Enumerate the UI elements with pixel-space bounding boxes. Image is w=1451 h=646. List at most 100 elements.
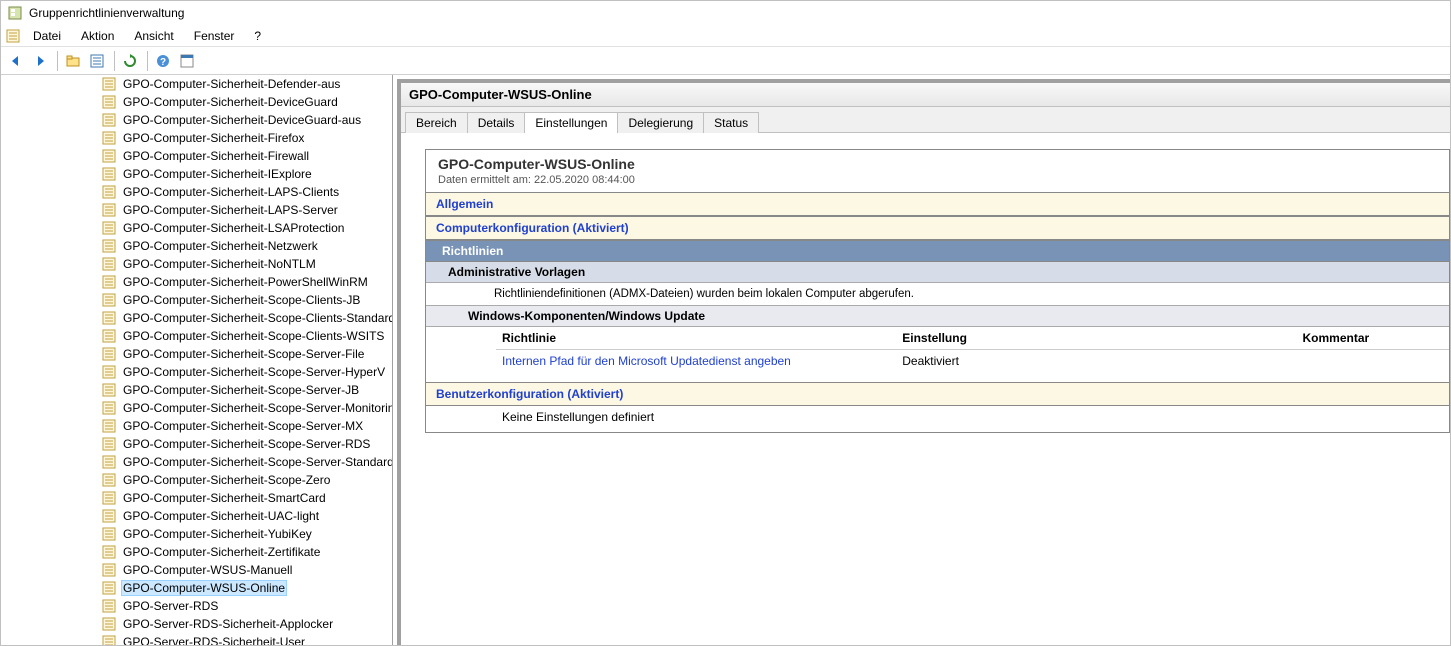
policy-table: Richtlinie Einstellung Kommentar Interne… [496,327,1449,372]
tree-item-label: GPO-Server-RDS-Sicherheit-Applocker [121,617,335,631]
gpo-icon [101,580,117,596]
tree-item[interactable]: GPO-Computer-Sicherheit-LAPS-Server [1,201,392,219]
tree-item[interactable]: GPO-Computer-Sicherheit-NoNTLM [1,255,392,273]
menu-window[interactable]: Fenster [186,27,243,45]
tree-item[interactable]: GPO-Computer-Sicherheit-Netzwerk [1,237,392,255]
tab-einstellungen[interactable]: Einstellungen [524,112,618,133]
gpo-icon [101,274,117,290]
tree-item[interactable]: GPO-Computer-Sicherheit-Scope-Server-Sta… [1,453,392,471]
tree-item-label: GPO-Computer-Sicherheit-Defender-aus [121,77,342,91]
tree-item[interactable]: GPO-Computer-Sicherheit-UAC-light [1,507,392,525]
report-date: Daten ermittelt am: 22.05.2020 08:44:00 [426,174,1449,192]
detail-header: GPO-Computer-WSUS-Online [401,83,1450,107]
tree-item[interactable]: GPO-Computer-Sicherheit-Scope-Clients-St… [1,309,392,327]
tree-item[interactable]: GPO-Computer-WSUS-Manuell [1,561,392,579]
tree-item[interactable]: GPO-Computer-Sicherheit-Scope-Server-Fil… [1,345,392,363]
tree-item[interactable]: GPO-Computer-Sicherheit-Scope-Clients-WS… [1,327,392,345]
tree-item-label: GPO-Server-RDS-Sicherheit-User [121,635,307,645]
tab-strip: Bereich Details Einstellungen Delegierun… [401,107,1450,133]
band-admin-vorlagen[interactable]: Administrative Vorlagen [426,262,1449,283]
report: GPO-Computer-WSUS-Online Daten ermittelt… [425,149,1450,433]
gpo-icon [101,634,117,645]
gpo-icon [101,346,117,362]
tree-item[interactable]: GPO-Computer-Sicherheit-DeviceGuard-aus [1,111,392,129]
band-user-config-link[interactable]: Benutzerkonfiguration (Aktiviert) [436,387,623,401]
gpo-icon [101,418,117,434]
tree-item[interactable]: GPO-Computer-Sicherheit-Defender-aus [1,75,392,93]
tree-item-label: GPO-Computer-Sicherheit-Scope-Server-Fil… [121,347,366,361]
tree-item-label: GPO-Computer-Sicherheit-DeviceGuard-aus [121,113,363,127]
tree-item[interactable]: GPO-Computer-Sicherheit-PowerShellWinRM [1,273,392,291]
tree-item-label: GPO-Computer-Sicherheit-YubiKey [121,527,314,541]
gpo-icon [101,112,117,128]
policy-link[interactable]: Internen Pfad für den Microsoft Updatedi… [502,354,791,368]
band-richtlinien[interactable]: Richtlinien [426,240,1449,262]
tree-pane: GPO-Computer-Sicherheit-Defender-aus GPO-… [1,75,393,645]
back-button[interactable] [5,50,27,72]
band-allgemein-link[interactable]: Allgemein [436,197,493,211]
tree-item[interactable]: GPO-Server-RDS-Sicherheit-User [1,633,392,645]
tree-item[interactable]: GPO-Computer-Sicherheit-Scope-Zero [1,471,392,489]
help-button[interactable]: ? [152,50,174,72]
tree-scroll[interactable]: GPO-Computer-Sicherheit-Defender-aus GPO-… [1,75,392,645]
gpo-icon [101,400,117,416]
tab-details[interactable]: Details [467,112,526,133]
band-win-update[interactable]: Windows-Komponenten/Windows Update [426,305,1449,327]
tree-item-label: GPO-Computer-Sicherheit-DeviceGuard [121,95,340,109]
tree-item-label: GPO-Computer-WSUS-Online [121,580,287,596]
refresh-button[interactable] [119,50,141,72]
gpo-icon [101,166,117,182]
tree-item[interactable]: GPO-Computer-Sicherheit-SmartCard [1,489,392,507]
tree-item[interactable]: GPO-Computer-Sicherheit-Scope-Server-RDS [1,435,392,453]
gpo-icon [101,490,117,506]
tab-delegierung[interactable]: Delegierung [617,112,704,133]
tree-item[interactable]: GPO-Server-RDS [1,597,392,615]
gpo-icon [101,310,117,326]
tree-item[interactable]: GPO-Computer-Sicherheit-Scope-Clients-JB [1,291,392,309]
tab-status[interactable]: Status [703,112,759,133]
titlebar: Gruppenrichtlinienverwaltung [1,1,1450,25]
tree-item-label: GPO-Computer-Sicherheit-Scope-Zero [121,473,332,487]
tree-item[interactable]: GPO-Server-RDS-Sicherheit-Applocker [1,615,392,633]
policy-setting: Deaktiviert [896,350,1296,373]
band-allgemein[interactable]: Allgemein [426,192,1449,216]
list-button[interactable] [86,50,108,72]
tree-item[interactable]: GPO-Computer-WSUS-Online [1,579,392,597]
tree-item[interactable]: GPO-Computer-Sicherheit-Firewall [1,147,392,165]
band-comp-config-link[interactable]: Computerkonfiguration (Aktiviert) [436,221,629,235]
app-icon [7,5,23,21]
tree-item[interactable]: GPO-Computer-Sicherheit-Zertifikate [1,543,392,561]
detail-pane: GPO-Computer-WSUS-Online Bereich Details… [397,79,1450,645]
properties-button[interactable] [176,50,198,72]
tree-item-label: GPO-Computer-Sicherheit-Scope-Server-JB [121,383,361,397]
gpo-icon [101,220,117,236]
tree-item[interactable]: GPO-Computer-Sicherheit-Scope-Server-Hyp… [1,363,392,381]
no-settings-table: Keine Einstellungen definiert [496,406,1449,428]
menu-view[interactable]: Ansicht [126,27,181,45]
tree-item[interactable]: GPO-Computer-Sicherheit-Scope-Server-JB [1,381,392,399]
tree-item[interactable]: GPO-Computer-Sicherheit-Scope-Server-Mon… [1,399,392,417]
tab-bereich[interactable]: Bereich [405,112,468,133]
tree-item-label: GPO-Computer-Sicherheit-LSAProtection [121,221,346,235]
tree-item-label: GPO-Computer-Sicherheit-NoNTLM [121,257,318,271]
tree-item[interactable]: GPO-Computer-Sicherheit-LSAProtection [1,219,392,237]
tree-item[interactable]: GPO-Computer-Sicherheit-YubiKey [1,525,392,543]
tree-item-label: GPO-Computer-Sicherheit-Scope-Server-Hyp… [121,365,387,379]
menu-action[interactable]: Aktion [73,27,122,45]
gpo-icon [101,382,117,398]
tree-item-label: GPO-Computer-Sicherheit-Scope-Server-Sta… [121,455,392,469]
browse-button[interactable] [62,50,84,72]
tree-item[interactable]: GPO-Computer-Sicherheit-LAPS-Clients [1,183,392,201]
forward-button[interactable] [29,50,51,72]
app-window: Gruppenrichtlinienverwaltung Datei Aktio… [0,0,1451,646]
tree-item[interactable]: GPO-Computer-Sicherheit-IExplore [1,165,392,183]
tree-item[interactable]: GPO-Computer-Sicherheit-Firefox [1,129,392,147]
tree-item-label: GPO-Computer-Sicherheit-Netzwerk [121,239,320,253]
tree-item[interactable]: GPO-Computer-Sicherheit-Scope-Server-MX [1,417,392,435]
tree-item[interactable]: GPO-Computer-Sicherheit-DeviceGuard [1,93,392,111]
tree-item-label: GPO-Computer-Sicherheit-Firewall [121,149,311,163]
band-user-config[interactable]: Benutzerkonfiguration (Aktiviert) [426,382,1449,406]
menu-file[interactable]: Datei [25,27,69,45]
band-comp-config[interactable]: Computerkonfiguration (Aktiviert) [426,216,1449,240]
menu-help[interactable]: ? [246,27,269,45]
